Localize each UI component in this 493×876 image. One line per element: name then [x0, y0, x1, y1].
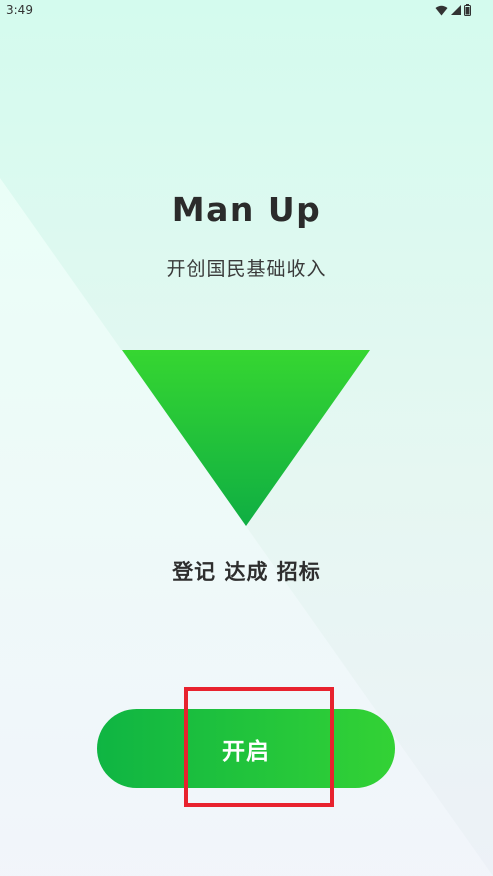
- cell-signal-icon: [451, 5, 461, 15]
- start-button[interactable]: 开启: [97, 709, 395, 788]
- tagline: 登记 达成 招标: [172, 560, 321, 584]
- wifi-icon: [435, 5, 448, 15]
- status-time: 3:49: [6, 3, 33, 17]
- battery-icon: [464, 4, 471, 16]
- app-title: Man Up: [171, 190, 322, 229]
- status-bar: 3:49: [0, 0, 493, 22]
- triangle-logo-icon: [122, 350, 370, 526]
- app-subtitle: 开创国民基础收入: [166, 258, 327, 280]
- status-icons: [435, 4, 471, 16]
